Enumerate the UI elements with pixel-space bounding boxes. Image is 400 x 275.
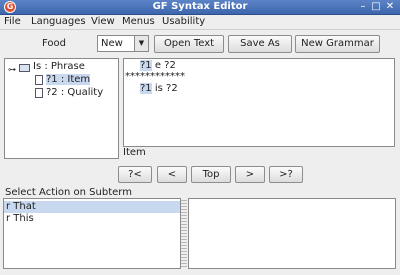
title-bar: G GF Syntax Editor – □ ✕ (0, 0, 400, 15)
separator-line: ************ (125, 71, 185, 82)
maximize-icon[interactable]: □ (370, 1, 382, 13)
new-grammar-button[interactable]: New Grammar (295, 35, 380, 53)
menu-usability[interactable]: Usability (162, 16, 205, 27)
linearization-line-1[interactable]: ?1 e ?2 (140, 60, 176, 71)
menu-menus[interactable]: Menus (122, 16, 155, 27)
metavariable[interactable]: ?1 (140, 60, 152, 71)
window-title: GF Syntax Editor (152, 1, 248, 12)
actions-caption: Select Action on Subterm (5, 187, 132, 198)
save-as-button[interactable]: Save As (228, 35, 292, 53)
menu-view[interactable]: View (91, 16, 115, 27)
linearization-text: e ?2 (151, 60, 176, 71)
menu-file[interactable]: File (4, 16, 21, 27)
abstract-syntax-tree[interactable]: ⊶ Is : Phrase ?1 : Item ?2 : Quality (4, 58, 119, 159)
menu-languages[interactable]: Languages (31, 16, 86, 27)
language-label: Food (42, 38, 66, 49)
document-icon (35, 75, 43, 85)
mode-select-value: New (101, 38, 123, 49)
top-button[interactable]: Top (191, 166, 231, 183)
split-pane-divider[interactable] (181, 198, 187, 269)
next-button[interactable]: > (235, 166, 265, 183)
chevron-down-icon[interactable]: ▼ (134, 36, 148, 51)
linearization-panel[interactable]: ?1 e ?2 ************ ?1 is ?2 (123, 58, 395, 147)
splitter-handle[interactable] (4, 159, 119, 163)
tree-item-label: ?1 : Item (46, 74, 91, 85)
details-panel (188, 198, 396, 269)
tree-item-label: ?2 : Quality (46, 87, 104, 98)
menu-bar: File Languages View Menus Usability (0, 15, 400, 30)
tree-root-label: Is : Phrase (33, 61, 85, 72)
previous-metavariable-button[interactable]: ?< (118, 166, 152, 183)
status-text: Item (123, 147, 146, 158)
close-icon[interactable]: ✕ (384, 1, 396, 13)
next-metavariable-button[interactable]: >? (269, 166, 303, 183)
previous-button[interactable]: < (157, 166, 187, 183)
tree-toggle-icon[interactable]: ⊶ (8, 65, 16, 74)
minimize-icon[interactable]: – (357, 1, 369, 13)
open-text-button[interactable]: Open Text (154, 35, 224, 53)
folder-icon (19, 64, 30, 72)
actions-list[interactable]: r That r This (3, 198, 181, 269)
document-icon (35, 88, 43, 98)
action-item[interactable]: r That (4, 201, 180, 213)
linearization-line-2[interactable]: ?1 is ?2 (140, 83, 178, 94)
mode-select[interactable]: New ▼ (97, 35, 149, 52)
metavariable[interactable]: ?1 (140, 83, 152, 94)
linearization-text: is ?2 (151, 83, 178, 94)
action-item[interactable]: r This (4, 213, 180, 225)
